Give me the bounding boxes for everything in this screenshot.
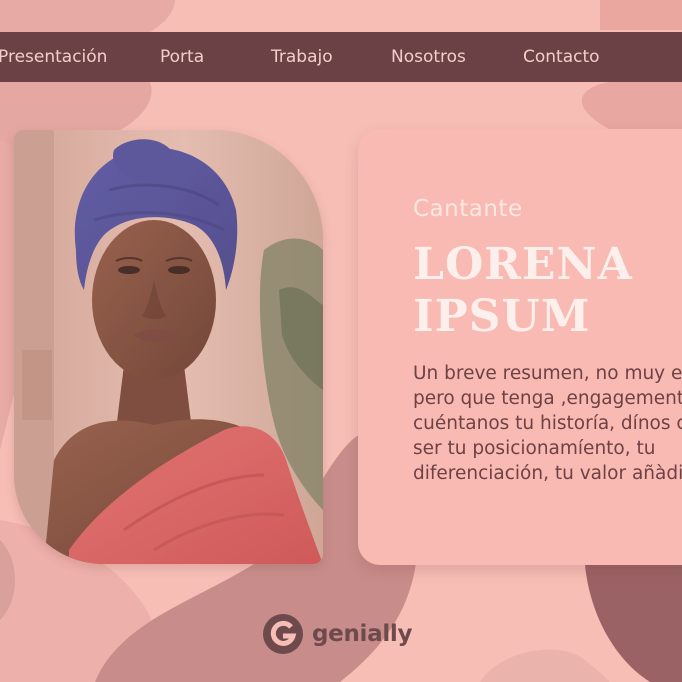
slide-canvas: Presentación Porta Trabajo Nosotros Cont… — [0, 0, 682, 682]
top-navigation-bar: Presentación Porta Trabajo Nosotros Cont… — [0, 32, 682, 82]
summary-line: ser tu posicionamíento, tu — [413, 438, 656, 459]
profile-role: Cantante — [413, 196, 523, 222]
nav-item-trabajo[interactable]: Trabajo — [271, 32, 333, 82]
genially-logo-text: genially — [312, 621, 413, 647]
nav-item-presentacion[interactable]: Presentación — [0, 32, 107, 82]
nav-item-nosotros[interactable]: Nosotros — [391, 32, 466, 82]
genially-logo[interactable]: genially — [262, 612, 413, 656]
profile-summary: Un breve resumen, no muy ext pero que te… — [413, 361, 682, 486]
summary-line: diferenciación, tu valor añàdid — [413, 463, 682, 484]
profile-name: LORENA IPSUM — [413, 239, 633, 343]
profile-name-line2: IPSUM — [413, 291, 591, 342]
profile-name-line1: LORENA — [413, 239, 633, 290]
portrait-photo — [14, 130, 323, 564]
portrait-illustration — [14, 130, 323, 564]
genially-g-icon — [263, 614, 303, 654]
summary-line: pero que tenga ,engagements — [413, 388, 682, 409]
summary-line: Un breve resumen, no muy ext — [413, 363, 682, 384]
profile-info-card: Cantante LORENA IPSUM Un breve resumen, … — [358, 129, 682, 565]
nav-item-contacto[interactable]: Contacto — [523, 32, 600, 82]
summary-line: cuéntanos tu historía, dínos cu — [413, 413, 682, 434]
nav-item-porta[interactable]: Porta — [160, 32, 204, 82]
